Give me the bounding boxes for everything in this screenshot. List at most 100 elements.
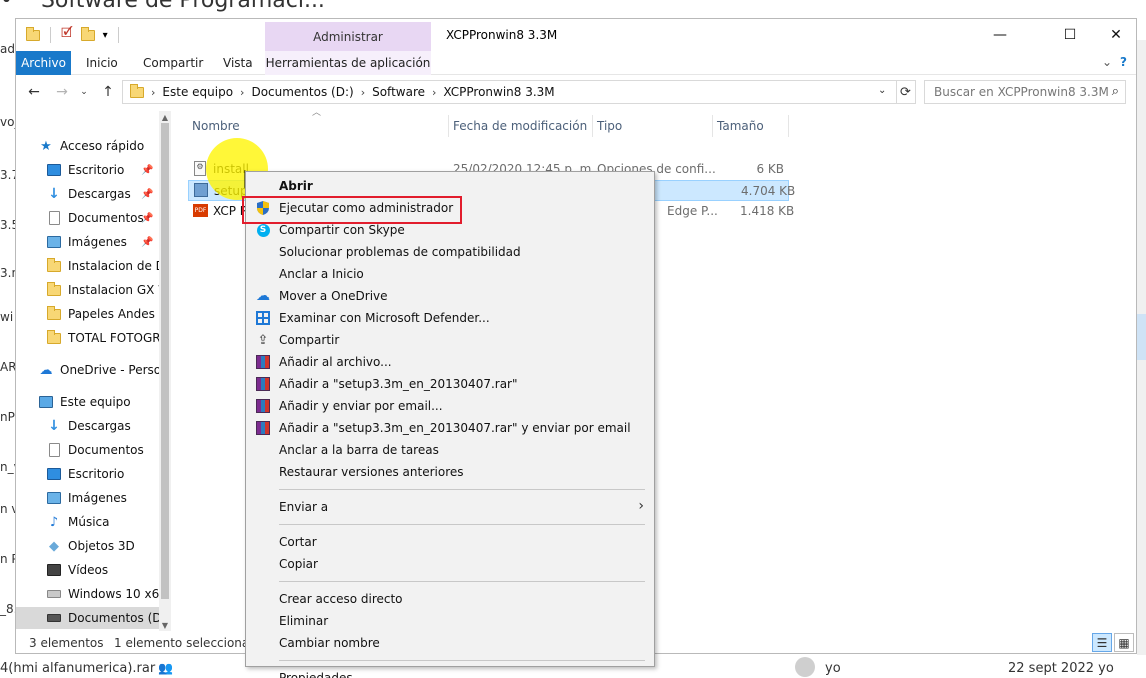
- menu-item-solucionar-problemas-de-compatibilidad[interactable]: Solucionar problemas de compatibilidad: [246, 241, 654, 263]
- properties-icon[interactable]: 🗹: [61, 24, 73, 46]
- column-fecha-modificacion[interactable]: Fecha de modificación: [449, 115, 593, 137]
- help-icon[interactable]: ?: [1120, 55, 1127, 69]
- background-file-name[interactable]: 4(hmi alfanumerica).rar: [0, 661, 155, 676]
- chevron-right-icon: ›: [638, 498, 644, 514]
- nav-item-papeles-andes[interactable]: Papeles Andes: [16, 303, 161, 325]
- nav-item-windows-10-x64[interactable]: Windows 10 x64: [16, 583, 161, 605]
- menu-item-label: Crear acceso directo: [279, 592, 403, 606]
- menu-item-copiar[interactable]: Copiar: [246, 553, 654, 575]
- scrollbar-thumb[interactable]: [161, 123, 169, 599]
- menu-item-restaurar-versiones-anteriores[interactable]: Restaurar versiones anteriores: [246, 461, 654, 483]
- expand-ribbon-icon[interactable]: ⌄: [1102, 55, 1112, 69]
- nav-item-imágenes[interactable]: Imágenes 📌: [16, 231, 161, 253]
- tab-archivo[interactable]: Archivo: [16, 51, 71, 75]
- tab-herramientas-de-aplicacion[interactable]: Herramientas de aplicación: [265, 51, 431, 75]
- nav-item-total-fotogra[interactable]: TOTAL FOTOGRA: [16, 327, 161, 349]
- nav-item-documentos-d[interactable]: Documentos (D:: [16, 607, 161, 629]
- nav-item-label: Este equipo: [60, 395, 131, 409]
- forward-button[interactable]: →: [52, 81, 72, 103]
- pin-icon[interactable]: 📌: [141, 213, 153, 224]
- menu-item-cambiar-nombre[interactable]: Cambiar nombre: [246, 632, 654, 654]
- menu-item-anadir-al-archivo[interactable]: Añadir al archivo...: [246, 351, 654, 373]
- menu-item-abrir[interactable]: Abrir: [246, 175, 654, 197]
- menu-item-propiedades[interactable]: Propiedades: [246, 667, 654, 678]
- nav-item-música[interactable]: ♪ Música: [16, 511, 161, 533]
- breadcrumb-xcppronwin8[interactable]: XCPPronwin8 3.3M: [443, 85, 554, 99]
- menu-item-anadir-y-enviar-por-email[interactable]: Añadir y enviar por email...: [246, 395, 654, 417]
- details-view-button[interactable]: ☰: [1092, 633, 1112, 652]
- nav-item-este-equipo[interactable]: Este equipo: [16, 391, 161, 413]
- recent-locations-icon[interactable]: ⌄: [74, 81, 94, 103]
- pin-icon[interactable]: 📌: [141, 165, 153, 176]
- menu-item-label: Cortar: [279, 535, 317, 549]
- chevron-right-icon[interactable]: ›: [240, 86, 244, 99]
- nav-item-documentos[interactable]: Documentos: [16, 439, 161, 461]
- menu-item-anadir-a-setup3-3m-en-20130407-rar[interactable]: Añadir a "setup3.3m_en_20130407.rar": [246, 373, 654, 395]
- menu-separator: [279, 660, 645, 661]
- scroll-up-icon[interactable]: ▲: [159, 111, 171, 123]
- up-button[interactable]: ↑: [98, 81, 118, 103]
- menu-item-label: Anclar a Inicio: [279, 267, 364, 281]
- menu-item-mover-a-onedrive[interactable]: ☁ Mover a OneDrive: [246, 285, 654, 307]
- navigation-scrollbar[interactable]: ▲ ▼: [159, 111, 171, 631]
- nav-item-descargas[interactable]: ↓ Descargas 📌: [16, 183, 161, 205]
- new-folder-icon[interactable]: [80, 26, 95, 41]
- music-icon: ♪: [49, 514, 59, 530]
- nav-item-descargas[interactable]: ↓ Descargas: [16, 415, 161, 437]
- breadcrumb-este-equipo[interactable]: Este equipo: [162, 85, 233, 99]
- tab-compartir[interactable]: Compartir: [143, 51, 203, 75]
- back-button[interactable]: ←: [24, 81, 44, 103]
- column-nombre[interactable]: Nombre: [188, 115, 449, 137]
- menu-item-compartir[interactable]: ⇪ Compartir: [246, 329, 654, 351]
- scroll-down-icon[interactable]: ▼: [159, 619, 171, 631]
- column-tipo[interactable]: Tipo: [593, 115, 713, 137]
- pin-icon[interactable]: 📌: [141, 237, 153, 248]
- large-icons-view-button[interactable]: ▦: [1114, 633, 1134, 652]
- pin-icon[interactable]: 📌: [141, 189, 153, 200]
- nav-item-objetos-3d[interactable]: ◆ Objetos 3D: [16, 535, 161, 557]
- address-dropdown-icon[interactable]: ⌄: [878, 85, 886, 96]
- background-left-fragment: n_v: [0, 460, 16, 474]
- tab-vista[interactable]: Vista: [223, 51, 253, 75]
- close-button[interactable]: ✕: [1106, 25, 1126, 45]
- address-bar[interactable]: › Este equipo › Documentos (D:) › Softwa…: [122, 80, 897, 104]
- navigation-bar: ← → ⌄ ↑ › Este equipo › Documentos (D:) …: [16, 77, 1136, 107]
- nav-item-instalacion-gx-w[interactable]: Instalacion GX W: [16, 279, 161, 301]
- column-tamano[interactable]: Tamaño: [713, 115, 789, 137]
- menu-item-label: Enviar a: [279, 500, 329, 514]
- menu-item-eliminar[interactable]: Eliminar: [246, 610, 654, 632]
- nav-item-escritorio[interactable]: Escritorio: [16, 463, 161, 485]
- search-input[interactable]: Buscar en XCPPronwin8 3.3M ⌕: [924, 80, 1126, 104]
- item-count: 3 elementos: [29, 636, 104, 650]
- menu-item-crear-acceso-directo[interactable]: Crear acceso directo: [246, 588, 654, 610]
- customize-toolbar-icon[interactable]: ▾: [103, 30, 108, 41]
- minimize-button[interactable]: —: [990, 25, 1010, 45]
- nav-item-onedrive-persor[interactable]: ☁ OneDrive - Persor: [16, 359, 162, 381]
- breadcrumb-documentos-d[interactable]: Documentos (D:): [251, 85, 353, 99]
- nav-item-vídeos[interactable]: Vídeos: [16, 559, 161, 581]
- menu-item-anclar-a-inicio[interactable]: Anclar a Inicio: [246, 263, 654, 285]
- nav-item-label: TOTAL FOTOGRA: [68, 331, 161, 345]
- nav-item-escritorio[interactable]: Escritorio 📌: [16, 159, 161, 181]
- menu-item-examinar-con-microsoft-defender[interactable]: Examinar con Microsoft Defender...: [246, 307, 654, 329]
- chevron-right-icon[interactable]: ›: [361, 86, 365, 99]
- nav-item-label: Imágenes: [68, 491, 127, 505]
- maximize-button[interactable]: ☐: [1060, 25, 1080, 45]
- background-left-fragment: AR: [0, 360, 16, 374]
- title-bar: 🗹 ▾ Administrar XCPPronwin8 3.3M — ☐ ✕: [16, 19, 1136, 51]
- nav-item-imágenes[interactable]: Imágenes: [16, 487, 161, 509]
- chevron-right-icon[interactable]: ›: [151, 86, 155, 99]
- refresh-button[interactable]: ⟳: [896, 80, 916, 104]
- breadcrumb-software[interactable]: Software: [372, 85, 425, 99]
- user-avatar-icon: [795, 657, 815, 677]
- tab-inicio[interactable]: Inicio: [86, 51, 118, 75]
- nav-item-documentos[interactable]: Documentos 📌: [16, 207, 161, 229]
- nav-item-instalacion-de-di[interactable]: Instalacion de Di: [16, 255, 161, 277]
- menu-item-label: Copiar: [279, 557, 318, 571]
- chevron-right-icon[interactable]: ›: [432, 86, 436, 99]
- menu-item-cortar[interactable]: Cortar: [246, 531, 654, 553]
- menu-item-enviar-a[interactable]: Enviar a ›: [246, 496, 654, 518]
- nav-item-acceso-rápido[interactable]: ★ Acceso rápido: [16, 135, 161, 157]
- menu-item-anadir-a-setup3-3m-en-20130407-rar-y-enviar-por-email[interactable]: Añadir a "setup3.3m_en_20130407.rar" y e…: [246, 417, 654, 439]
- menu-item-anclar-a-la-barra-de-tareas[interactable]: Anclar a la barra de tareas: [246, 439, 654, 461]
